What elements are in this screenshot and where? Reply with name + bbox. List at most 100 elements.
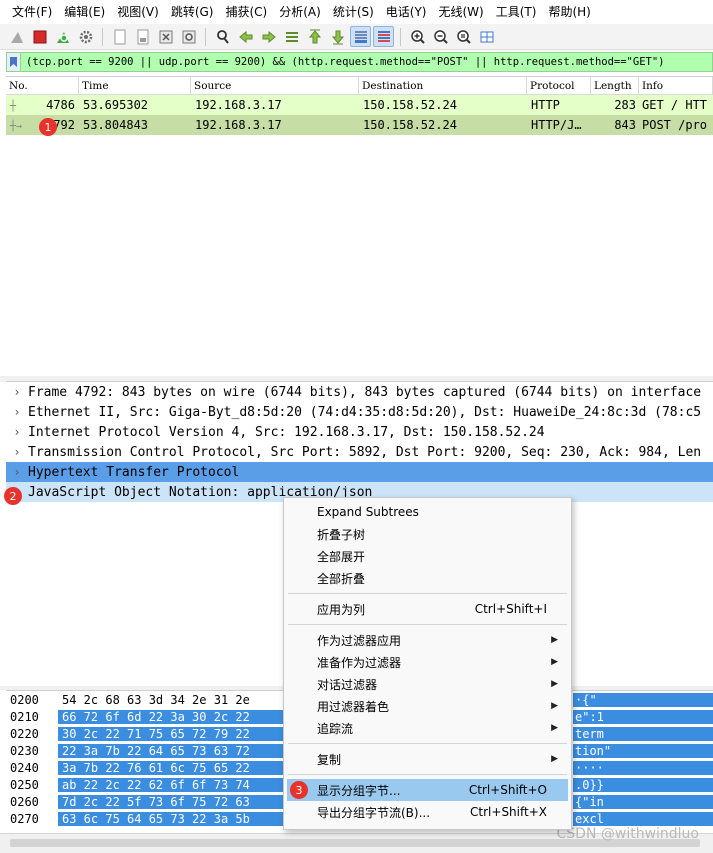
menu-analyze[interactable]: 分析(A) [273, 0, 327, 24]
menu-statistics[interactable]: 统计(S) [327, 0, 380, 24]
context-menu: Expand Subtrees 折叠子树 全部展开 全部折叠 应用为列 Ctrl+… [283, 497, 572, 830]
submenu-arrow-icon: ▶ [551, 723, 558, 733]
submenu-arrow-icon: ▶ [551, 679, 558, 689]
bytes-hex: 3a 7b 22 76 61 6c 75 65 22 [58, 760, 285, 775]
bytes-offset: 0200 [10, 692, 39, 707]
packet-source: 192.168.3.17 [195, 118, 282, 132]
column-header-no[interactable]: No. [6, 77, 79, 94]
menu-go[interactable]: 跳转(G) [165, 0, 220, 24]
bytes-hex: ab 22 2c 22 62 6f 6f 73 74 [58, 777, 285, 792]
find-icon[interactable] [212, 26, 233, 47]
bytes-offset: 0260 [10, 794, 39, 809]
menu-wireless[interactable]: 无线(W) [433, 0, 490, 24]
packet-list-header: No. Time Source Destination Protocol Len… [6, 77, 713, 95]
packet-protocol: HTTP [531, 98, 560, 112]
display-filter-input[interactable]: (tcp.port == 9200 || udp.port == 9200) &… [21, 56, 664, 68]
menu-view[interactable]: 视图(V) [111, 0, 165, 24]
options-gear-icon[interactable] [75, 26, 96, 47]
packet-no: 4786 [46, 98, 75, 112]
menu-item-follow[interactable]: 追踪流 ▶ [284, 717, 571, 739]
column-header-protocol[interactable]: Protocol [527, 77, 591, 94]
toolbar-separator [205, 27, 206, 46]
column-header-time[interactable]: Time [79, 77, 191, 94]
zoom-out-icon[interactable] [430, 26, 451, 47]
expand-arrow-icon[interactable]: › [6, 425, 28, 439]
restart-icon[interactable] [52, 26, 73, 47]
detail-row-ethernet[interactable]: › Ethernet II, Src: Giga-Byt_d8:5d:20 (74… [6, 402, 713, 422]
bytes-offset: 0250 [10, 777, 39, 792]
menu-edit[interactable]: 编辑(E) [58, 0, 111, 24]
bytes-hex: 30 2c 22 71 75 65 72 79 22 [58, 726, 285, 741]
go-forward-icon[interactable] [258, 26, 279, 47]
submenu-arrow-icon: ▶ [551, 701, 558, 711]
column-header-info[interactable]: Info [639, 77, 713, 94]
packet-info: GET / HTT [642, 98, 708, 112]
menu-telephony[interactable]: 电话(Y) [380, 0, 433, 24]
bytes-hex: 7d 2c 22 5f 73 6f 75 72 63 [58, 794, 285, 809]
resize-columns-icon[interactable] [476, 26, 497, 47]
autoscroll-icon[interactable] [350, 26, 371, 47]
packet-row[interactable]: ┼→ 4792 53.804843 192.168.3.17 150.158.52… [6, 115, 713, 135]
menu-separator [288, 774, 567, 775]
column-header-source[interactable]: Source [191, 77, 359, 94]
annotation-badge: 3 [290, 781, 308, 799]
open-file-icon[interactable] [109, 26, 130, 47]
menu-help[interactable]: 帮助(H) [542, 0, 596, 24]
column-header-destination[interactable]: Destination [359, 77, 527, 94]
first-packet-icon[interactable] [304, 26, 325, 47]
packet-time: 53.695302 [83, 98, 149, 112]
expand-arrow-icon[interactable]: › [6, 445, 28, 459]
detail-row-tcp[interactable]: › Transmission Control Protocol, Src Port… [6, 442, 713, 462]
go-to-packet-icon[interactable] [281, 26, 302, 47]
column-header-length[interactable]: Length [591, 77, 639, 94]
shortcut-label: Ctrl+Shift+O [468, 783, 547, 797]
menu-item-expand-all[interactable]: 全部展开 [284, 545, 571, 567]
last-packet-icon[interactable] [327, 26, 348, 47]
packet-destination: 150.158.52.24 [363, 118, 457, 132]
bytes-hex: 22 3a 7b 22 64 65 73 63 72 [58, 743, 285, 758]
menu-separator [288, 593, 567, 594]
bytes-hex: 54 2c 68 63 3d 34 2e 31 2e [62, 692, 250, 707]
expand-arrow-icon[interactable]: › [6, 405, 28, 419]
menu-item-copy[interactable]: 复制 ▶ [284, 748, 571, 770]
menu-item-expand-subtrees[interactable]: Expand Subtrees [284, 501, 571, 523]
menu-capture[interactable]: 捕获(C) [219, 0, 273, 24]
shortcut-label: Ctrl+Shift+X [470, 805, 547, 819]
packet-row[interactable]: ┼ 4786 53.695302 192.168.3.17 150.158.52.… [6, 95, 713, 115]
request-marker-icon: ┼→ [10, 121, 23, 132]
detail-row-http[interactable]: › Hypertext Transfer Protocol [6, 462, 713, 482]
menu-item-prepare-as-filter[interactable]: 准备作为过滤器 ▶ [284, 651, 571, 673]
reload-icon[interactable] [178, 26, 199, 47]
menu-item-collapse-all[interactable]: 全部折叠 [284, 567, 571, 589]
bookmark-icon[interactable] [7, 53, 21, 71]
detail-row-frame[interactable]: › Frame 4792: 843 bytes on wire (6744 bit… [6, 382, 713, 402]
bytes-hex: 63 6c 75 64 65 73 22 3a 5b [58, 811, 285, 826]
bytes-ascii: ·{" [573, 692, 713, 707]
menu-item-show-packet-bytes[interactable]: 显示分组字节... Ctrl+Shift+O [287, 779, 568, 801]
zoom-reset-icon[interactable] [453, 26, 474, 47]
packet-protocol: HTTP/J… [531, 118, 582, 132]
menu-item-conversation-filter[interactable]: 对话过滤器 ▶ [284, 673, 571, 695]
stop-icon[interactable] [29, 26, 50, 47]
submenu-arrow-icon: ▶ [551, 754, 558, 764]
menu-item-collapse-subtrees[interactable]: 折叠子树 [284, 523, 571, 545]
go-back-icon[interactable] [235, 26, 256, 47]
close-file-icon[interactable] [155, 26, 176, 47]
menu-file[interactable]: 文件(F) [6, 0, 58, 24]
shark-fin-icon[interactable] [6, 26, 27, 47]
detail-row-ip[interactable]: › Internet Protocol Version 4, Src: 192.1… [6, 422, 713, 442]
expand-arrow-icon[interactable]: › [6, 385, 28, 399]
menu-item-colorize-with-filter[interactable]: 用过滤器着色 ▶ [284, 695, 571, 717]
menu-item-apply-as-filter[interactable]: 作为过滤器应用 ▶ [284, 629, 571, 651]
zoom-in-icon[interactable] [407, 26, 428, 47]
menu-item-export-packet-bytes[interactable]: 导出分组字节流(B)... Ctrl+Shift+X [284, 801, 571, 823]
packet-list: No. Time Source Destination Protocol Len… [6, 76, 713, 376]
expand-arrow-icon[interactable]: › [6, 465, 28, 479]
bytes-ascii: ···· [573, 760, 713, 775]
menu-item-apply-as-column[interactable]: 应用为列 Ctrl+Shift+I [284, 598, 571, 620]
menu-tools[interactable]: 工具(T) [490, 0, 543, 24]
packet-destination: 150.158.52.24 [363, 98, 457, 112]
menu-separator [288, 624, 567, 625]
save-file-icon[interactable] [132, 26, 153, 47]
colorize-icon[interactable] [373, 26, 394, 47]
